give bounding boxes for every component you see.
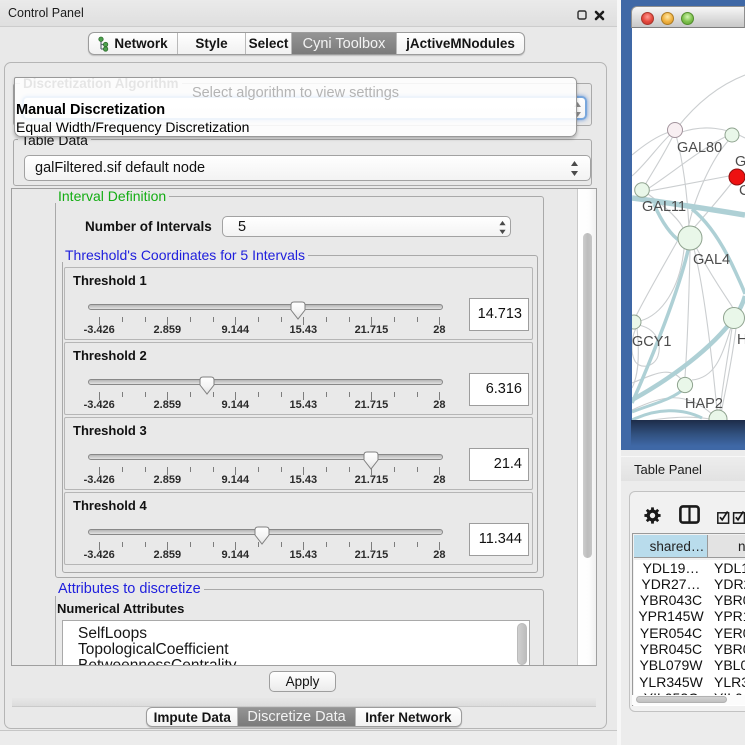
svg-text:GAL4: GAL4 bbox=[693, 252, 730, 268]
svg-text:GAL80: GAL80 bbox=[677, 140, 722, 156]
svg-text:GAL11: GAL11 bbox=[642, 199, 686, 215]
svg-text:HA: HA bbox=[737, 332, 745, 348]
svg-text:GCY1: GCY1 bbox=[632, 334, 672, 350]
svg-text:GA: GA bbox=[735, 154, 745, 170]
svg-text:HAP2: HAP2 bbox=[685, 396, 723, 412]
svg-text:CY: CY bbox=[739, 183, 745, 199]
